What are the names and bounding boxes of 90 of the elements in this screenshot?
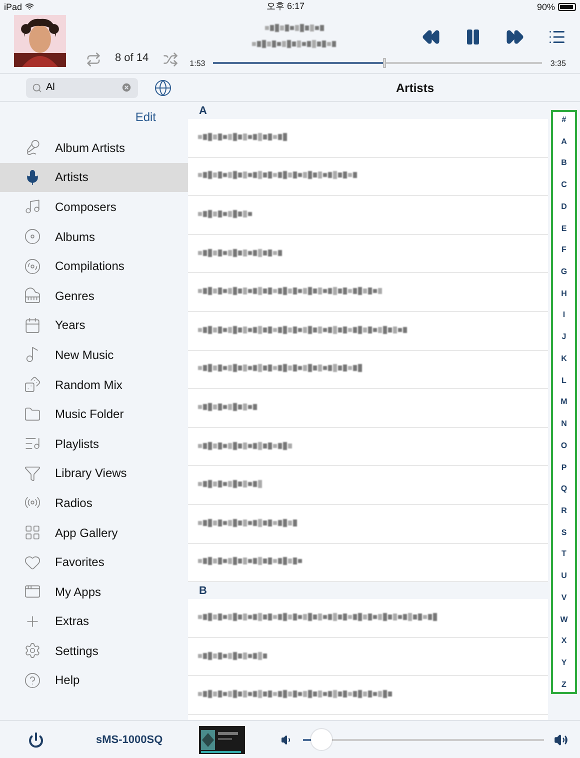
- index-letter[interactable]: Q: [560, 484, 568, 494]
- disc-icon: [24, 228, 41, 246]
- repeat-icon[interactable]: [86, 52, 101, 67]
- sidebar-item[interactable]: Library Views: [0, 458, 188, 488]
- sidebar-item[interactable]: Help: [0, 666, 188, 696]
- help-icon: [24, 672, 41, 689]
- section-header: A: [188, 102, 548, 119]
- index-letter[interactable]: Y: [561, 658, 567, 667]
- battery-percent: 90%: [536, 2, 555, 12]
- sidebar-item[interactable]: Extras: [0, 606, 188, 636]
- index-letter[interactable]: L: [562, 376, 566, 385]
- search-icon: [32, 82, 42, 92]
- piano-icon: [24, 287, 41, 304]
- index-letter[interactable]: B: [561, 158, 567, 168]
- shuffle-icon[interactable]: [162, 52, 178, 67]
- battery-icon: [558, 2, 576, 10]
- sidebar-item[interactable]: Composers: [0, 192, 188, 222]
- total-time: 3:35: [550, 58, 566, 68]
- pause-button[interactable]: [464, 28, 482, 46]
- index-letter[interactable]: T: [562, 549, 566, 558]
- sidebar-item[interactable]: Albums: [0, 222, 188, 252]
- index-letter[interactable]: G: [560, 267, 568, 276]
- volume-down-icon[interactable]: [280, 734, 293, 746]
- index-letter[interactable]: #: [562, 115, 566, 124]
- page-title: Artists: [394, 80, 435, 94]
- track-counter: 8 of 14: [115, 52, 149, 66]
- device-name[interactable]: sMS-1000SQ: [96, 734, 163, 746]
- volume-up-icon[interactable]: [554, 732, 568, 746]
- microphone-icon: [24, 139, 41, 156]
- index-letter[interactable]: M: [560, 397, 568, 406]
- music-note-icon: [24, 346, 41, 364]
- elapsed-time: 1:53: [190, 58, 206, 68]
- sidebar-item[interactable]: Playlists: [0, 428, 188, 459]
- search-input[interactable]: Al: [46, 82, 117, 93]
- sidebar-item[interactable]: Genres: [0, 280, 188, 311]
- sidebar-item[interactable]: Artists: [0, 162, 188, 192]
- rewind-button[interactable]: [422, 28, 440, 46]
- index-bar[interactable]: # A B C D E F G H I J K L M N O P Q R S T U V W X Y Z: [551, 110, 577, 694]
- index-letter[interactable]: U: [561, 571, 567, 580]
- index-letter[interactable]: I: [562, 310, 566, 320]
- index-letter[interactable]: S: [561, 528, 567, 537]
- sidebar-item[interactable]: Random Mix: [0, 370, 188, 400]
- index-letter[interactable]: F: [562, 245, 566, 254]
- grid-icon: [24, 524, 41, 542]
- calendar-icon: [24, 316, 41, 334]
- music-note-icon: [24, 198, 41, 216]
- search-bar[interactable]: Al: [26, 78, 138, 98]
- sidebar-item[interactable]: Favorites: [0, 547, 188, 577]
- settings-icon: [24, 642, 41, 660]
- menu-icon[interactable]: [548, 28, 566, 46]
- sidebar-item[interactable]: Compilations: [0, 251, 188, 281]
- globe-icon[interactable]: [154, 78, 172, 96]
- index-letter[interactable]: D: [561, 202, 567, 211]
- sidebar-item[interactable]: App Gallery: [0, 518, 188, 548]
- app-window-icon: [24, 583, 41, 600]
- index-letter[interactable]: K: [561, 354, 567, 363]
- index-letter[interactable]: C: [561, 180, 567, 190]
- device-label: iPad: [4, 2, 22, 12]
- clock: 오후 6:17: [266, 0, 305, 13]
- index-letter[interactable]: H: [561, 288, 567, 298]
- index-letter[interactable]: A: [561, 136, 567, 146]
- sidebar-item[interactable]: Radios: [0, 488, 188, 518]
- fast-forward-button[interactable]: [506, 28, 524, 46]
- sidebar-item[interactable]: New Music: [0, 340, 188, 370]
- dice-icon: [24, 376, 41, 394]
- index-letter[interactable]: X: [561, 636, 567, 646]
- index-letter[interactable]: W: [560, 614, 568, 624]
- index-letter[interactable]: P: [561, 462, 567, 472]
- section-header: B: [188, 582, 548, 600]
- power-icon[interactable]: [28, 732, 44, 748]
- sidebar-item[interactable]: My Apps: [0, 576, 188, 606]
- wifi-icon: [25, 2, 34, 11]
- sidebar-item[interactable]: Music Folder: [0, 399, 188, 429]
- sidebar-item[interactable]: Years: [0, 310, 188, 340]
- sidebar-item[interactable]: Settings: [0, 636, 188, 666]
- index-letter[interactable]: E: [561, 224, 567, 233]
- microphone-icon: [24, 168, 41, 186]
- filter-icon: [24, 464, 41, 482]
- sidebar-item[interactable]: Album Artists: [0, 133, 188, 163]
- disc-icon: [24, 258, 41, 275]
- folder-icon: [24, 406, 41, 423]
- clear-icon[interactable]: [121, 82, 132, 93]
- index-letter[interactable]: Z: [562, 680, 566, 689]
- edit-button[interactable]: Edit: [135, 106, 156, 133]
- index-letter[interactable]: J: [562, 332, 566, 342]
- heart-icon: [24, 554, 41, 571]
- index-letter[interactable]: N: [561, 419, 567, 428]
- index-letter[interactable]: O: [560, 440, 568, 450]
- index-letter[interactable]: V: [561, 592, 567, 602]
- index-letter[interactable]: R: [561, 506, 567, 515]
